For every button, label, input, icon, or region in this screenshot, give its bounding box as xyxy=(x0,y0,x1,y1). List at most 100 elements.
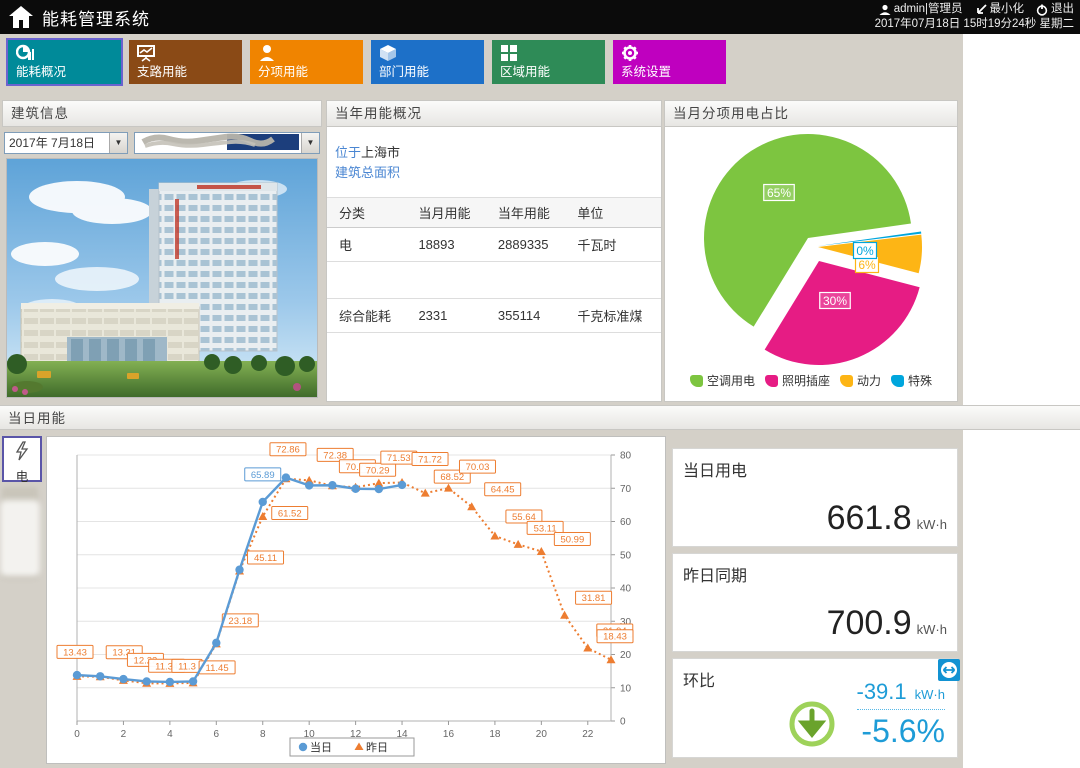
app-title: 能耗管理系统 xyxy=(42,5,150,30)
user-icon xyxy=(879,4,891,16)
nav-tile-3[interactable]: 分项用能 xyxy=(250,40,363,84)
line-chart-legend[interactable]: 当日昨日 xyxy=(290,738,414,756)
card-title: 环比 xyxy=(683,667,715,691)
ratio-delta-unit: kW·h xyxy=(915,687,945,702)
plot-area: 01020304050607080024681012141618202213.4… xyxy=(57,443,633,740)
pie-slice-照明插座[interactable] xyxy=(765,261,920,365)
svg-text:50.99: 50.99 xyxy=(560,534,584,545)
svg-text:60: 60 xyxy=(620,517,632,528)
card-title: 当日用电 xyxy=(683,457,747,481)
nav-tile-1[interactable]: 能耗概况 xyxy=(8,40,121,84)
lightning-icon xyxy=(14,441,30,461)
svg-text:71.72: 71.72 xyxy=(418,455,442,466)
pie-legend-item[interactable]: 动力 xyxy=(840,372,881,389)
area-link[interactable]: 建筑总面积 xyxy=(335,165,400,180)
legend-swatch xyxy=(690,375,703,387)
svg-text:30%: 30% xyxy=(823,294,847,308)
column-header: 分类 xyxy=(327,198,406,228)
redacted-smudge xyxy=(0,500,40,576)
table-cell: 2331 xyxy=(406,299,485,333)
column-header: 当月用能 xyxy=(406,198,485,228)
nav-tile-6[interactable]: 系统设置 xyxy=(613,40,726,84)
date-picker-dropdown-button[interactable]: ▼ xyxy=(109,133,127,153)
swap-compare-button[interactable] xyxy=(938,659,960,681)
building-photo xyxy=(6,158,318,398)
card-unit: kW·h xyxy=(917,517,947,532)
svg-text:31.81: 31.81 xyxy=(582,593,606,604)
brand: 能耗管理系统 xyxy=(8,4,150,30)
svg-text:11.45: 11.45 xyxy=(206,663,229,674)
table-cell xyxy=(565,262,661,299)
line-chart-svg: 01020304050607080024681012141618202213.4… xyxy=(47,437,663,761)
power-icon xyxy=(1036,4,1048,16)
nav-tile-label: 部门用能 xyxy=(379,61,429,80)
svg-text:昨日: 昨日 xyxy=(366,741,388,754)
pie-label: 65% xyxy=(764,185,795,201)
legend-label: 照明插座 xyxy=(782,372,830,389)
svg-text:45.11: 45.11 xyxy=(254,553,277,564)
building-select-dropdown-button[interactable]: ▼ xyxy=(301,133,319,153)
card-ratio: 环比 -39.1kW·h -5.6% xyxy=(672,658,958,758)
table-cell: 18893 xyxy=(406,228,485,262)
minimize-icon xyxy=(975,4,987,16)
nav-tile-label: 系统设置 xyxy=(621,61,671,80)
point-label: 65.89 xyxy=(245,468,281,481)
home-icon xyxy=(8,4,34,30)
daily-line-chart-panel: 01020304050607080024681012141618202213.4… xyxy=(46,436,666,764)
point-label: 18.43 xyxy=(597,630,633,643)
svg-text:71.53: 71.53 xyxy=(387,453,411,464)
date-picker[interactable]: 2017年 7月18日 ▼ xyxy=(4,132,128,154)
svg-text:22: 22 xyxy=(582,729,594,740)
building-panel: 建筑信息 2017年 7月18日 ▼ ▼ xyxy=(2,100,322,402)
svg-text:68.52: 68.52 xyxy=(440,472,464,483)
annual-panel: 当年用能概况 位于上海市 建筑总面积 分类当月用能当年用能单位电18893288… xyxy=(326,100,662,402)
building-select-value-redacted xyxy=(135,133,301,153)
pie-legend-item[interactable]: 特殊 xyxy=(891,372,932,389)
logout-button[interactable]: 退出 xyxy=(1036,2,1074,17)
date-picker-value: 2017年 7月18日 xyxy=(5,133,109,153)
card-value: 661.8 xyxy=(827,499,912,537)
pie-legend-item[interactable]: 照明插座 xyxy=(765,372,830,389)
svg-text:72.86: 72.86 xyxy=(276,445,300,456)
minimize-button[interactable]: 最小化 xyxy=(975,2,1025,17)
nav-tile-2[interactable]: 支路用能 xyxy=(129,40,242,84)
location-block: 位于上海市 建筑总面积 xyxy=(327,127,661,183)
pie-panel-header: 当月分项用电占比 xyxy=(665,101,957,127)
located-link[interactable]: 位于 xyxy=(335,145,361,160)
svg-text:40: 40 xyxy=(620,584,632,595)
card-today-usage: 当日用电 661.8 kW·h xyxy=(672,448,958,547)
nav-tile-5[interactable]: 区域用能 xyxy=(492,40,605,84)
point-label: 50.99 xyxy=(554,532,590,545)
point-label: 70.03 xyxy=(459,460,495,473)
annual-panel-header: 当年用能概况 xyxy=(327,101,661,127)
table-row: 电188932889335千瓦时 xyxy=(327,228,661,262)
nav-tile-4[interactable]: 部门用能 xyxy=(371,40,484,84)
pie-legend-item[interactable]: 空调用电 xyxy=(690,372,755,389)
svg-text:65.89: 65.89 xyxy=(251,470,275,481)
svg-text:80: 80 xyxy=(620,451,632,462)
card-yesterday-usage: 昨日同期 700.9kW·h xyxy=(672,553,958,652)
ratio-values: -39.1kW·h -5.6% xyxy=(857,679,946,750)
point-label: 71.72 xyxy=(412,453,448,466)
tab-electricity[interactable]: 电 xyxy=(2,436,42,482)
legend-swatch xyxy=(891,375,904,387)
svg-text:65%: 65% xyxy=(767,186,791,200)
card-value: 700.9 xyxy=(827,604,912,642)
svg-text:23.18: 23.18 xyxy=(228,616,252,627)
svg-text:20: 20 xyxy=(536,729,548,740)
table-cell: 综合能耗 xyxy=(327,299,406,333)
legend-label: 空调用电 xyxy=(707,372,755,389)
building-select[interactable]: ▼ xyxy=(134,132,320,154)
svg-text:13.43: 13.43 xyxy=(63,647,87,658)
table-cell: 电 xyxy=(327,228,406,262)
titlebar-right: admin|管理员 最小化 退出 2017年07月18日 15时19分24秒 xyxy=(875,2,1074,32)
point-label: 45.11 xyxy=(248,551,284,564)
legend-swatch xyxy=(840,375,853,387)
tab-electricity-label: 电 xyxy=(4,466,40,485)
svg-text:6%: 6% xyxy=(858,258,876,272)
point-label: 31.81 xyxy=(576,591,612,604)
svg-text:6: 6 xyxy=(214,729,220,740)
daily-panel-header: 当日用能 xyxy=(0,405,1080,430)
datetime: 2017年07月18日 15时19分24秒 星期二 xyxy=(875,17,1074,32)
svg-text:70.03: 70.03 xyxy=(466,462,490,473)
